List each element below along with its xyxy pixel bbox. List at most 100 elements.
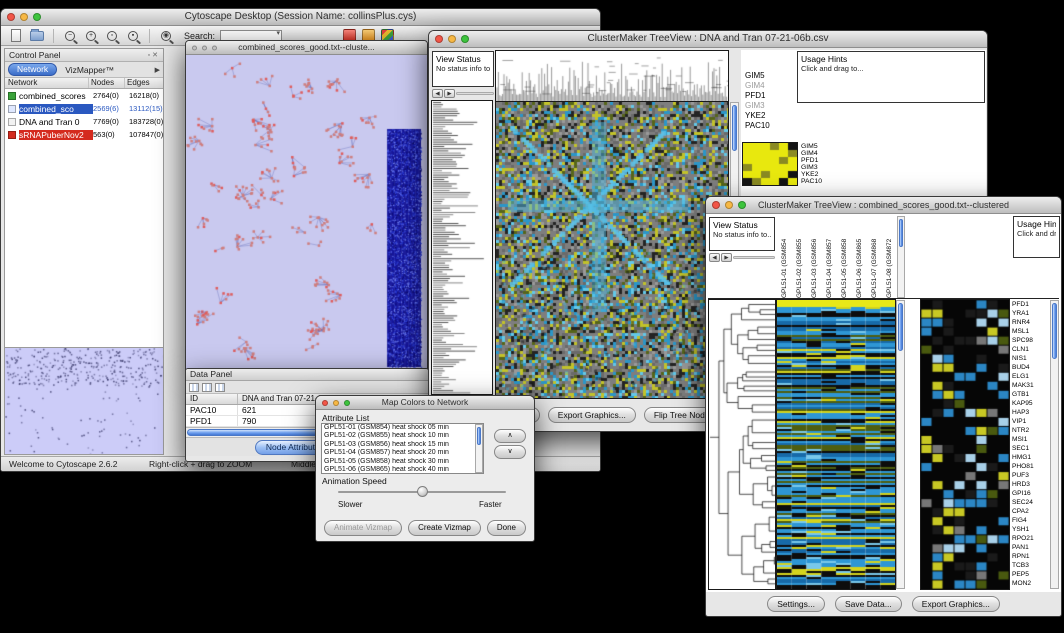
- pager-track[interactable]: [456, 92, 494, 95]
- list-scrollbar[interactable]: [475, 424, 483, 473]
- gene-label[interactable]: ELG1: [1012, 372, 1049, 381]
- gene-label[interactable]: BUD4: [1012, 363, 1049, 372]
- label-scrollbar[interactable]: [897, 216, 905, 298]
- minimize-icon[interactable]: [725, 201, 733, 209]
- gene-label[interactable]: PAC10: [745, 121, 770, 131]
- gene-label[interactable]: FIG4: [1012, 516, 1049, 525]
- gene-label[interactable]: MSL1: [1012, 327, 1049, 336]
- gene-label[interactable]: YKE2: [745, 111, 770, 121]
- column-label[interactable]: GPL51-05 (GSM858: [837, 216, 852, 298]
- scroll-left-icon[interactable]: ◀: [432, 89, 443, 98]
- tab-overflow-icon[interactable]: ▶: [155, 66, 160, 74]
- attribute-function-icon[interactable]: [215, 383, 225, 392]
- tab-vizmapper[interactable]: VizMapper™: [60, 65, 119, 75]
- gene-label[interactable]: MAK31: [1012, 381, 1049, 390]
- treeview-dna-titlebar[interactable]: ClusterMaker TreeView : DNA and Tran 07-…: [429, 31, 987, 48]
- open-file-icon[interactable]: [28, 28, 46, 44]
- heatmap-scrollbar[interactable]: [896, 300, 905, 589]
- minimize-icon[interactable]: [333, 400, 339, 406]
- action-button[interactable]: Export Graphics...: [912, 596, 1000, 612]
- gene-label[interactable]: GIM4: [745, 81, 770, 91]
- close-icon[interactable]: [7, 13, 15, 21]
- minimize-icon[interactable]: [448, 35, 456, 43]
- close-icon[interactable]: [322, 400, 328, 406]
- gene-label[interactable]: HRD3: [1012, 480, 1049, 489]
- attribute-item[interactable]: GPL51-01 (GSM854) heat shock 05 min: [322, 424, 474, 432]
- zoom-window-icon[interactable]: [461, 35, 469, 43]
- col-network[interactable]: Network: [5, 78, 89, 88]
- network-row[interactable]: combined_sco 2569(6) 13112(15): [5, 102, 163, 115]
- attribute-item[interactable]: GPL51-04 (GSM857) heat shock 20 min: [322, 449, 474, 457]
- close-icon[interactable]: [712, 201, 720, 209]
- correlation-heatmap[interactable]: [496, 102, 728, 398]
- select-attributes-icon[interactable]: [189, 383, 199, 392]
- column-label[interactable]: GPL51-07 (GSM868: [867, 216, 882, 298]
- col-edges[interactable]: Edges: [125, 78, 163, 88]
- cytoscape-titlebar[interactable]: Cytoscape Desktop (Session Name: collins…: [1, 9, 600, 26]
- zoom-in-icon[interactable]: +: [82, 28, 100, 44]
- attribute-item[interactable]: GPL51-06 (GSM865) heat shock 40 min: [322, 466, 474, 474]
- gene-label[interactable]: YRA1: [1012, 309, 1049, 318]
- gene-label[interactable]: CLN1: [1012, 345, 1049, 354]
- gene-label[interactable]: GPI16: [1012, 489, 1049, 498]
- gene-label[interactable]: PUF3: [1012, 471, 1049, 480]
- treeview-combined-titlebar[interactable]: ClusterMaker TreeView : combined_scores_…: [706, 197, 1061, 214]
- network-row[interactable]: DNA and Tran 0 7769(0) 183728(0): [5, 115, 163, 128]
- scroll-right-icon[interactable]: ▶: [721, 253, 732, 262]
- gene-label[interactable]: GTB1: [1012, 390, 1049, 399]
- zoom-window-icon[interactable]: [212, 45, 217, 50]
- column-label[interactable]: GPL51-06 (GSM865: [852, 216, 867, 298]
- move-up-button[interactable]: ∧: [494, 429, 526, 443]
- gene-list-scrollbar[interactable]: [1050, 300, 1059, 589]
- gene-label[interactable]: TCB3: [1012, 561, 1049, 570]
- network-graph-canvas[interactable]: [186, 55, 427, 371]
- move-down-button[interactable]: ∨: [494, 445, 526, 459]
- gene-label[interactable]: KAP95: [1012, 399, 1049, 408]
- dialog-titlebar[interactable]: Map Colors to Network: [316, 396, 534, 410]
- close-icon[interactable]: [435, 35, 443, 43]
- zoom-window-icon[interactable]: [344, 400, 350, 406]
- scroll-thumb[interactable]: [898, 303, 903, 351]
- scroll-thumb[interactable]: [732, 105, 737, 151]
- gene-label[interactable]: PAN1: [1012, 543, 1049, 552]
- close-icon[interactable]: [192, 45, 197, 50]
- dialog-button[interactable]: Animate Vizmap: [324, 520, 402, 536]
- gene-label[interactable]: PHO81: [1012, 462, 1049, 471]
- chevron-down-icon[interactable]: ▾: [277, 29, 281, 37]
- create-attribute-icon[interactable]: [202, 383, 212, 392]
- gene-label[interactable]: HAP3: [1012, 408, 1049, 417]
- slider-thumb[interactable]: [417, 486, 428, 497]
- column-label[interactable]: GPL51-08 (GSM872: [882, 216, 897, 298]
- scroll-thumb[interactable]: [899, 219, 903, 247]
- minimize-icon[interactable]: [20, 13, 28, 21]
- row-labels-strip[interactable]: [432, 101, 492, 394]
- column-label[interactable]: GPL51-04 (GSM857: [822, 216, 837, 298]
- expression-heatmap[interactable]: [777, 300, 895, 589]
- action-button[interactable]: Export Graphics...: [548, 407, 636, 423]
- action-button[interactable]: Save Data...: [835, 596, 902, 612]
- scroll-right-icon[interactable]: ▶: [444, 89, 455, 98]
- gene-label[interactable]: VIP1: [1012, 417, 1049, 426]
- tab-network[interactable]: Network: [8, 63, 57, 76]
- gene-label[interactable]: RPO21: [1012, 534, 1049, 543]
- zoom-selected-icon[interactable]: ▪: [124, 28, 142, 44]
- row-dendrogram[interactable]: [709, 300, 775, 589]
- zoomed-heatmap[interactable]: [921, 300, 1009, 589]
- dialog-button[interactable]: Done: [487, 520, 526, 536]
- pager-track[interactable]: [733, 256, 775, 259]
- scroll-thumb[interactable]: [477, 427, 481, 445]
- col-id[interactable]: ID: [186, 394, 238, 404]
- gene-label[interactable]: MON2: [1012, 579, 1049, 588]
- action-button[interactable]: Settings...: [767, 596, 825, 612]
- gene-label[interactable]: SEC24: [1012, 498, 1049, 507]
- data-panel-header[interactable]: Data Panel: [186, 369, 428, 381]
- new-session-icon[interactable]: [7, 28, 25, 44]
- gene-label[interactable]: YSH1: [1012, 525, 1049, 534]
- network-row[interactable]: sRNAPuberNov2 563(0) 107847(0): [5, 128, 163, 141]
- zoom-out-icon[interactable]: −: [61, 28, 79, 44]
- network-overview-thumbnail[interactable]: [5, 347, 163, 454]
- gene-label[interactable]: GIM3: [745, 101, 770, 111]
- column-label[interactable]: GPL51-03 (GSM856: [807, 216, 822, 298]
- scroll-thumb[interactable]: [1052, 303, 1057, 359]
- gene-label[interactable]: RNR4: [1012, 318, 1049, 327]
